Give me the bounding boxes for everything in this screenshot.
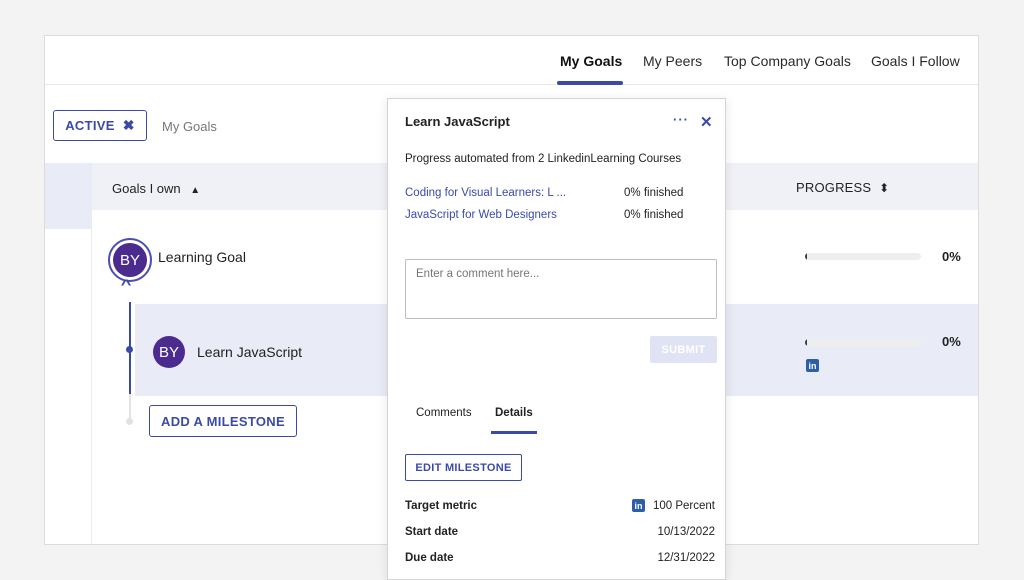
detail-label: Due date — [405, 552, 454, 564]
detail-label: Target metric — [405, 500, 478, 512]
target-metric-value: 100 Percent — [652, 499, 715, 512]
filter-chip-label: ACTIVE — [65, 118, 115, 133]
tab-goals-i-follow[interactable]: Goals I Follow — [871, 53, 960, 69]
linkedin-icon: in — [631, 499, 645, 512]
tab-top-company-goals[interactable]: Top Company Goals — [724, 53, 851, 69]
course-link[interactable]: JavaScript for Web Designers — [405, 209, 557, 221]
filter-scope-label: My Goals — [162, 119, 217, 134]
start-date-value: 10/13/2022 — [657, 526, 715, 538]
sort-up-icon[interactable]: ▲ — [190, 185, 200, 196]
progress-fill — [805, 253, 807, 260]
top-navigation: My Goals My Peers Top Company Goals Goal… — [45, 36, 978, 85]
tab-my-goals[interactable]: My Goals — [560, 53, 622, 69]
active-tab-indicator — [557, 81, 623, 85]
course-status: 0% finished — [624, 209, 684, 221]
avatar: BY — [153, 336, 185, 368]
progress-column-header[interactable]: PROGRESS ⬍ — [796, 180, 889, 195]
close-icon[interactable]: ✕ — [700, 113, 713, 131]
timeline-dot — [126, 346, 133, 353]
goal-title[interactable]: Learning Goal — [158, 249, 246, 265]
tab-details[interactable]: Details — [495, 407, 533, 419]
progress-bar — [805, 339, 921, 346]
milestone-title[interactable]: Learn JavaScript — [197, 344, 302, 360]
chevron-up-icon[interactable]: ^ — [121, 276, 132, 292]
sort-icon[interactable]: ⬍ — [879, 181, 889, 195]
tab-my-peers[interactable]: My Peers — [643, 53, 702, 69]
tab-comments[interactable]: Comments — [416, 407, 472, 419]
avatar: BY — [113, 243, 147, 277]
comment-input[interactable] — [405, 259, 717, 319]
popup-title: Learn JavaScript — [405, 114, 510, 129]
due-date-value: 12/31/2022 — [657, 552, 715, 564]
detail-label: Start date — [405, 526, 459, 538]
linkedin-icon: in — [806, 359, 819, 372]
column-divider — [91, 229, 92, 544]
active-filter-chip[interactable]: ACTIVE ✖ — [53, 110, 147, 141]
more-options-icon[interactable]: ··· — [673, 112, 689, 127]
milestone-popup: Learn JavaScript ··· ✕ Progress automate… — [387, 98, 726, 580]
side-strip — [45, 163, 92, 229]
progress-fill — [805, 339, 807, 346]
progress-value: 0% — [942, 334, 961, 349]
active-tab-indicator — [491, 431, 537, 434]
goals-column-header[interactable]: Goals I own ▲ — [112, 181, 200, 196]
automation-description: Progress automated from 2 LinkedinLearni… — [405, 153, 682, 165]
progress-value: 0% — [942, 249, 961, 264]
goals-column-label: Goals I own — [112, 181, 181, 196]
progress-bar — [805, 253, 921, 260]
course-status: 0% finished — [624, 187, 684, 199]
edit-milestone-button[interactable]: EDIT MILESTONE — [405, 454, 522, 481]
close-icon[interactable]: ✖ — [123, 117, 135, 134]
submit-button[interactable]: SUBMIT — [650, 336, 717, 363]
detail-value: in 100 Percent — [631, 499, 715, 512]
add-milestone-button[interactable]: ADD A MILESTONE — [149, 405, 297, 437]
course-link[interactable]: Coding for Visual Learners: L ... — [405, 187, 566, 199]
progress-column-label: PROGRESS — [796, 180, 872, 195]
timeline-dot-pending — [126, 418, 133, 425]
